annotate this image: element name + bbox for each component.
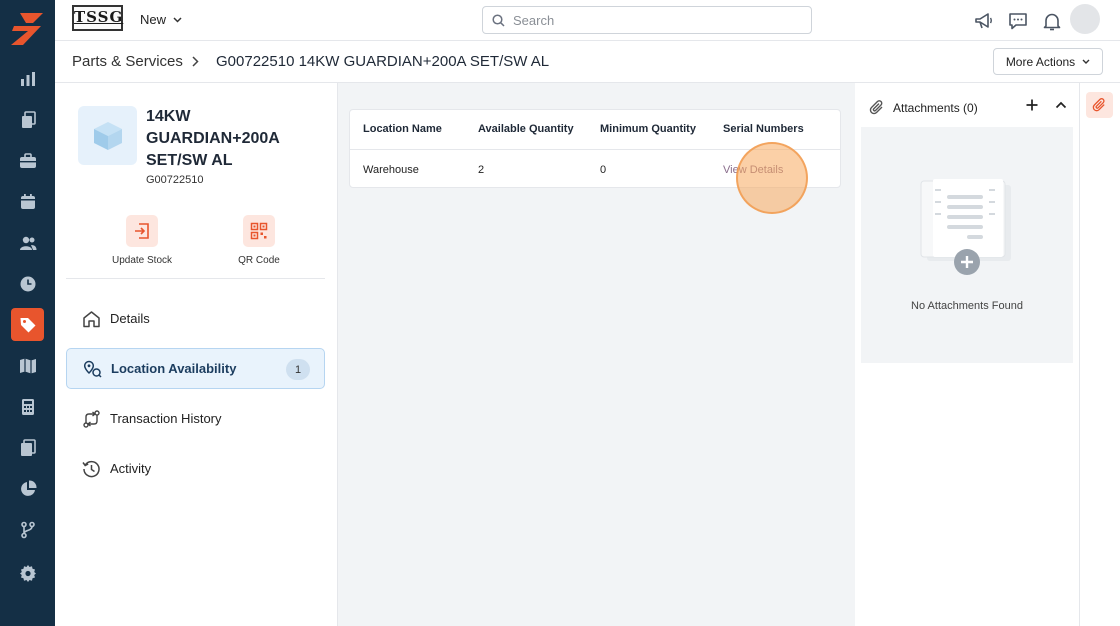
avatar[interactable] [1070,4,1100,34]
item-sidebar: 14KW GUARDIAN+200A SET/SW AL G00722510 U… [55,83,338,626]
time-icon[interactable] [11,267,44,300]
attachments-header: Attachments (0) [869,99,978,116]
calendar-icon[interactable] [11,185,44,218]
workflow-icon[interactable] [11,513,44,546]
parts-tag-icon[interactable] [11,308,44,341]
count-badge: 1 [286,359,310,380]
nav-location-availability-label: Location Availability [111,361,237,376]
column-header-serial: Serial Numbers [723,123,804,135]
cell-available: 2 [478,164,485,176]
more-actions-button[interactable]: More Actions [993,48,1103,75]
nav-transaction-history[interactable]: Transaction History [66,398,325,439]
page-title: G00722510 14KW GUARDIAN+200A SET/SW AL [216,53,550,70]
search-box [482,6,812,34]
cell-location: Warehouse [363,164,419,176]
column-header-minimum: Minimum Quantity [600,123,696,135]
new-button[interactable]: New [140,12,182,27]
documents-icon[interactable] [11,103,44,136]
nav-details[interactable]: Details [66,298,325,339]
paperclip-icon [1092,98,1105,112]
qr-code-label: QR Code [238,255,280,266]
app-rail [0,0,55,626]
column-header-location: Location Name [363,123,442,135]
box-icon [93,121,122,150]
transaction-icon [83,409,100,428]
chevron-down-icon [173,16,182,23]
column-header-available: Available Quantity [478,123,574,135]
location-icon [83,360,102,378]
top-bar: TSSG New [55,0,1120,41]
main-content: Location Name Available Quantity Minimum… [338,83,855,626]
qr-code-button[interactable]: QR Code [209,215,309,266]
nav-activity-label: Activity [110,461,152,476]
attachments-panel: Attachments (0) No Attachments Found [855,83,1080,626]
item-thumbnail [78,106,137,165]
empty-state-text: No Attachments Found [911,300,1023,312]
paperclip-icon [869,100,883,115]
right-toolbar [1080,83,1120,626]
calculator-icon[interactable] [11,390,44,423]
nav-activity[interactable]: Activity [66,448,325,489]
update-stock-icon [126,215,158,247]
location-table: Location Name Available Quantity Minimum… [349,109,841,214]
chevron-up-icon[interactable] [1054,98,1068,112]
map-icon[interactable] [11,349,44,382]
home-icon [83,310,100,327]
add-attachment-icon[interactable] [1025,98,1039,112]
update-stock-label: Update Stock [111,255,173,266]
qr-code-icon [243,215,275,247]
view-details-link[interactable]: View Details [723,164,783,176]
files-icon[interactable] [11,431,44,464]
click-indicator [736,142,808,214]
chevron-down-icon [1082,59,1090,64]
empty-document-icon [920,179,1011,275]
reports-icon[interactable] [11,62,44,95]
chevron-right-icon [192,56,199,67]
new-button-label: New [140,12,167,27]
search-icon [492,13,505,27]
item-sku: G00722510 [146,174,204,186]
header-divider [350,149,840,150]
messages-icon[interactable] [1007,10,1029,32]
history-icon [82,460,100,477]
breadcrumb: Parts & Services G00722510 14KW GUARDIAN… [55,41,1120,83]
attachments-title: Attachments (0) [893,100,978,115]
announcements-icon[interactable] [973,10,995,32]
attachments-toggle-button[interactable] [1086,92,1113,118]
update-stock-button[interactable]: Update Stock [92,215,192,266]
customers-icon[interactable] [11,226,44,259]
breadcrumb-parts-services[interactable]: Parts & Services [72,53,183,70]
more-actions-label: More Actions [1005,54,1076,69]
jobs-icon[interactable] [11,144,44,177]
cell-minimum: 0 [600,164,607,176]
app-logo-icon[interactable] [11,13,44,45]
nav-details-label: Details [110,311,150,326]
nav-transaction-history-label: Transaction History [110,411,222,426]
nav-location-availability[interactable]: Location Availability 1 [66,348,325,389]
settings-icon[interactable] [11,556,44,589]
notifications-icon[interactable] [1041,10,1063,32]
attachments-empty-state: No Attachments Found [861,127,1073,363]
search-input[interactable] [513,12,793,28]
company-logo[interactable]: TSSG [72,5,123,31]
item-title: 14KW GUARDIAN+200A SET/SW AL [146,108,280,169]
pie-chart-icon[interactable] [11,472,44,505]
divider [66,278,325,279]
